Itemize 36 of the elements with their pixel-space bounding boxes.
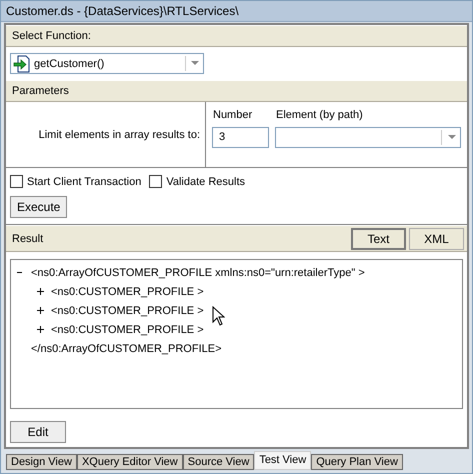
expander-icon[interactable] <box>37 288 44 295</box>
view-tab[interactable]: Test View <box>254 451 312 470</box>
limit-label: Limit elements in array results to: <box>38 128 200 140</box>
function-icon <box>13 54 31 72</box>
view-toggle-button[interactable]: XML <box>409 228 464 250</box>
xml-node[interactable]: <ns0:ArrayOfCUSTOMER_PROFILE xmlns:ns0="urn:retailerType" > <box>31 266 365 278</box>
expander-icon[interactable] <box>17 269 24 276</box>
edit-button[interactable]: Edit <box>10 421 66 443</box>
xml-node[interactable]: <ns0:CUSTOMER_PROFILE > <box>51 286 204 298</box>
section-header: Result <box>12 232 44 244</box>
xml-closing-tag: </ns0:ArrayOfCUSTOMER_PROFILE> <box>31 342 222 354</box>
dropdown-arrow-icon <box>190 61 198 66</box>
element-label: Element (by path) <box>275 109 364 121</box>
checkbox[interactable] <box>10 175 23 188</box>
expander-icon[interactable] <box>37 307 44 314</box>
view-tab[interactable]: XQuery Editor View <box>76 454 183 470</box>
checkbox[interactable] <box>149 175 162 188</box>
view-tab[interactable]: Query Plan View <box>311 454 403 470</box>
mouse-pointer-icon <box>212 306 225 326</box>
xml-node[interactable]: <ns0:CUSTOMER_PROFILE > <box>51 304 204 316</box>
execute-button[interactable]: Execute <box>10 196 68 218</box>
element-dropdown[interactable] <box>275 127 461 148</box>
checkbox-label: Validate Results <box>166 176 246 188</box>
section-header: Select Function: <box>6 25 467 47</box>
number-field[interactable]: 3 <box>212 127 269 148</box>
checkbox-label: Start Client Transaction <box>27 176 142 188</box>
view-tab[interactable]: Design View <box>6 454 77 470</box>
window-title: Customer.ds - {DataServices}\RTLServices\ <box>1 1 472 22</box>
number-label: Number <box>212 109 254 121</box>
xml-node[interactable]: <ns0:CUSTOMER_PROFILE > <box>51 324 204 336</box>
expander-icon[interactable] <box>37 326 44 333</box>
view-toggle-button[interactable]: Text <box>351 228 406 250</box>
function-dropdown[interactable]: getCustomer() <box>10 53 204 74</box>
dropdown-arrow-icon <box>448 135 456 140</box>
view-tab[interactable]: Source View <box>182 454 254 470</box>
section-header: Parameters <box>6 80 467 102</box>
